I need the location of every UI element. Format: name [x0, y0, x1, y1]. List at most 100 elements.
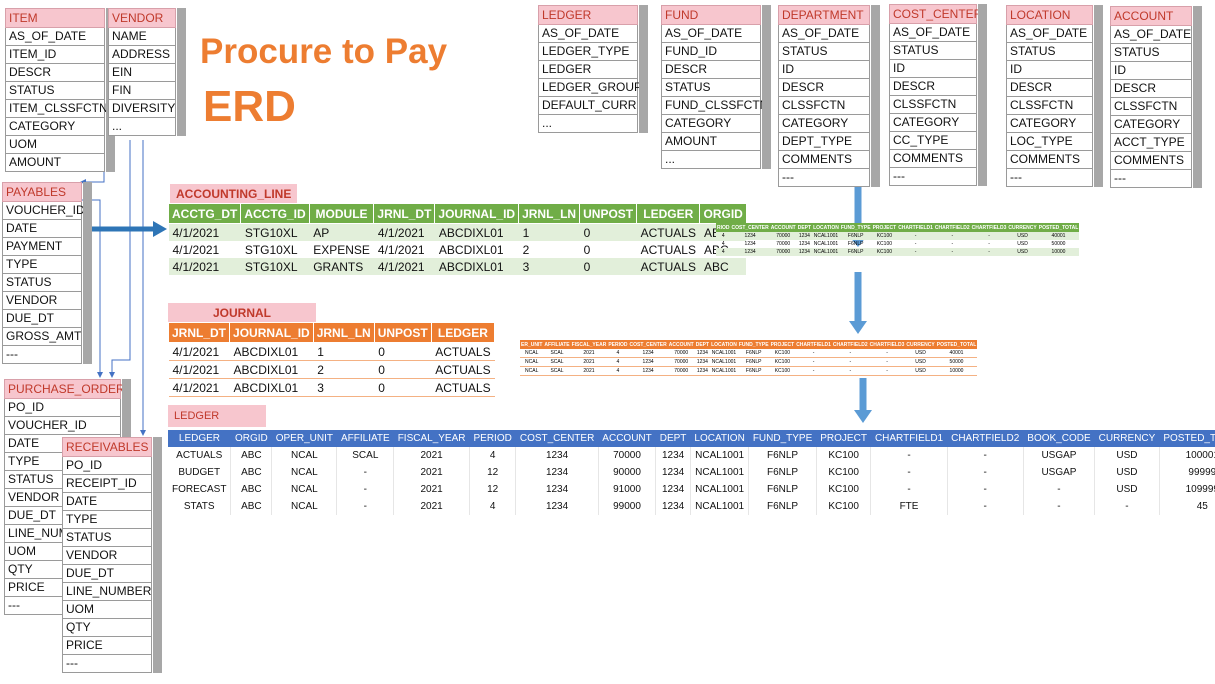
arrowhead [849, 321, 867, 334]
entity-field: EIN [108, 64, 176, 82]
table-cell: 4/1/2021 [373, 241, 435, 258]
table-cell: - [870, 447, 948, 464]
table-cell: 0 [374, 360, 432, 379]
table-cell: - [831, 349, 869, 358]
entity-header: ACCOUNT [1110, 6, 1192, 26]
column-header: ACCTG_DT [167, 203, 242, 224]
table-cell: USGAP [1023, 447, 1096, 464]
table-cell: 109999 [1159, 481, 1215, 498]
entity-shadow [83, 182, 92, 364]
arrowhead [109, 372, 115, 378]
table-cell: NCAL [520, 366, 544, 376]
table-cell: 4 [721, 241, 725, 247]
arrowhead [140, 430, 146, 436]
column-header: LEDGER [430, 322, 496, 343]
entity-header: RECEIVABLES [62, 437, 152, 457]
column-header: POSTED_TOTAL [1037, 223, 1080, 232]
table-cell: 12 [469, 464, 517, 481]
column-header: ORGID [230, 430, 272, 447]
table-cell: - [870, 481, 948, 498]
table-cell: F6NLP [839, 232, 872, 240]
table-cell: USD [905, 366, 936, 376]
table-cell: 1234 [515, 481, 599, 498]
entity-field: STATUS [889, 42, 977, 60]
table-cell: 1234 [515, 464, 599, 481]
column-header: CHARTFIELD2 [831, 340, 869, 349]
entity-vendor: VENDOR NAME ADDRESS EIN FIN DIVERSITY... [108, 8, 186, 136]
entity-field: VOUCHER_ID [4, 417, 121, 435]
table-cell: 90000 [598, 464, 657, 481]
table-cell: - [933, 248, 971, 256]
connector-vendor-po [111, 140, 131, 372]
column-header: PROJECT [769, 340, 796, 349]
table-cell: - [1023, 498, 1096, 515]
table-cell: - [897, 248, 934, 256]
entity-field: FUND_ID [661, 43, 761, 61]
table-cell: - [970, 248, 1008, 256]
table-cell: 3 [518, 258, 580, 275]
entity-field: LEDGER [538, 61, 638, 79]
table-cell: NCAL1001 [690, 481, 750, 498]
entity-field: RECEIPT_ID [62, 475, 152, 493]
table-cell: EXPENSE [309, 241, 374, 258]
entity-header: PURCHASE_ORDER [4, 379, 125, 399]
table-header-row: JRNL_DT JOURNAL_ID JRNL_LN UNPOST LEDGER [167, 322, 496, 343]
entity-field: UOM [5, 136, 105, 154]
ledger-table: LEDGER ORGID OPER_UNIT AFFILIATE FISCAL_YEAR… [168, 430, 1215, 515]
entity-field: VENDOR [62, 547, 152, 565]
column-header: POSTED_TOTAL [935, 340, 978, 349]
entity-receivables: RECEIVABLES PO_ID RECEIPT_ID DATE TYPE STATUS… [62, 437, 162, 673]
table-cell: KC100 [816, 464, 872, 481]
table-header-row: RIOD COST_CENTER ACCOUNT DEPT LOCATION FUND_T… [716, 223, 1080, 232]
table-cell: - [933, 232, 971, 240]
column-header: COST_CENTER [628, 340, 668, 349]
table-cell: 91000 [598, 481, 657, 498]
entity-field: VOUCHER_ID [2, 202, 85, 220]
journal-label: JOURNAL [168, 303, 316, 323]
entity-field: --- [889, 168, 977, 186]
entity-field: ITEM_CLSSFCTN [5, 100, 108, 118]
table-cell: 70000 [769, 232, 797, 240]
table-cell: ABCDIXL01 [434, 258, 519, 275]
entity-field: --- [1110, 170, 1192, 188]
column-header: PROJECT [816, 430, 871, 447]
entity-field: AS_OF_DATE [1110, 26, 1192, 44]
entity-field: STATUS [2, 274, 82, 292]
entity-ledger: LEDGER AS_OF_DATE LEDGER_TYPE LEDGER LEDGER_… [538, 5, 648, 133]
table-cell: NCAL [271, 447, 338, 464]
table-cell: 70000 [667, 357, 695, 367]
table-cell: ACTUALS [168, 447, 232, 464]
entity-field: PO_ID [4, 399, 121, 417]
entity-header: PAYABLES [2, 182, 82, 202]
table-cell: 2 [313, 360, 375, 379]
column-header: CHARTFIELD2 [947, 430, 1024, 447]
column-header: JOURNAL_ID [229, 322, 314, 343]
table-cell: 4 [607, 357, 629, 367]
column-header: JOURNAL_ID [434, 203, 520, 224]
table-cell: - [831, 366, 869, 376]
column-header: ACCOUNT [598, 430, 656, 447]
table-cell: F6NLP [839, 248, 872, 256]
table-cell: 1234 [628, 357, 668, 367]
column-header: JRNL_DT [167, 322, 231, 343]
column-header: UNPOST [373, 322, 432, 343]
entity-field: ID [1006, 61, 1093, 79]
table-cell: AP [309, 223, 374, 241]
entity-field: QTY [62, 619, 152, 637]
entity-field: DUE_DT [62, 565, 152, 583]
table-cell: 1 [313, 342, 375, 361]
table-row: NCAL SCAL 2021 4 1234 70000 1234 NCAL1001 F6NLP K… [520, 366, 978, 376]
column-header: DEPT [694, 340, 711, 349]
table-cell: 50000 [1051, 241, 1066, 247]
table-cell: - [868, 366, 906, 376]
table-cell: 70000 [667, 366, 695, 376]
table-row: 4/1/2021 ABCDIXL01 3 0 ACTUALS [168, 378, 495, 397]
column-header: CURRENCY [1007, 223, 1038, 232]
table-cell: NCAL1001 [812, 232, 840, 240]
table-cell: ABCDIXL01 [229, 360, 314, 379]
table-cell: 100001 [1159, 447, 1215, 464]
arrowhead [97, 372, 103, 378]
table-cell: NCAL1001 [812, 248, 840, 256]
table-cell: KC100 [769, 366, 796, 376]
column-header: FISCAL_YEAR [393, 430, 470, 447]
